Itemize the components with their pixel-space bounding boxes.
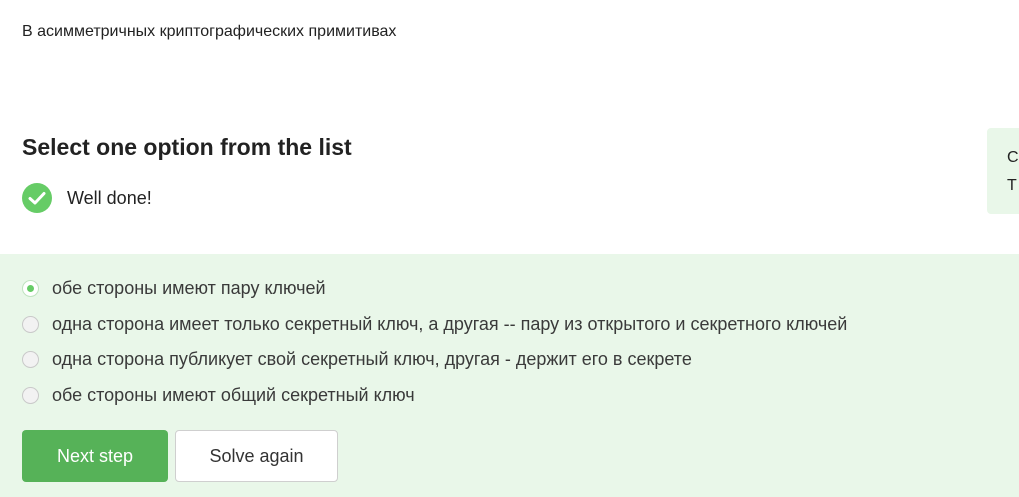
side-card-line: T — [1007, 177, 1017, 194]
question-text: В асимметричных криптографических примит… — [22, 23, 397, 40]
solve-again-button[interactable]: Solve again — [175, 430, 338, 482]
feedback-status: Well done! — [22, 183, 152, 213]
option-item[interactable]: обе стороны имеют общий секретный ключ — [22, 383, 415, 407]
check-circle-icon — [22, 183, 52, 213]
option-label: обе стороны имеют пару ключей — [52, 277, 326, 298]
radio-button[interactable] — [22, 315, 39, 333]
radio-button[interactable] — [22, 386, 39, 404]
instruction-title: Select one option from the list — [22, 134, 352, 160]
option-label: одна сторона имеет только секретный ключ… — [52, 313, 848, 334]
option-item[interactable]: обе стороны имеют пару ключей — [22, 276, 326, 300]
radio-button[interactable] — [22, 350, 39, 368]
feedback-text: Well done! — [67, 187, 152, 208]
option-label: обе стороны имеют общий секретный ключ — [52, 384, 415, 405]
radio-dot — [27, 284, 34, 292]
option-item[interactable]: одна сторона имеет только секретный ключ… — [22, 312, 847, 336]
option-label: одна сторона публикует свой секретный кл… — [52, 348, 692, 369]
quiz-page: В асимметричных криптографических примит… — [0, 0, 1019, 497]
side-card-line: C — [1007, 149, 1019, 166]
option-item[interactable]: одна сторона публикует свой секретный кл… — [22, 347, 692, 371]
radio-button-selected[interactable] — [22, 279, 39, 297]
side-card: C T — [987, 128, 1019, 214]
next-step-button[interactable]: Next step — [22, 430, 168, 482]
